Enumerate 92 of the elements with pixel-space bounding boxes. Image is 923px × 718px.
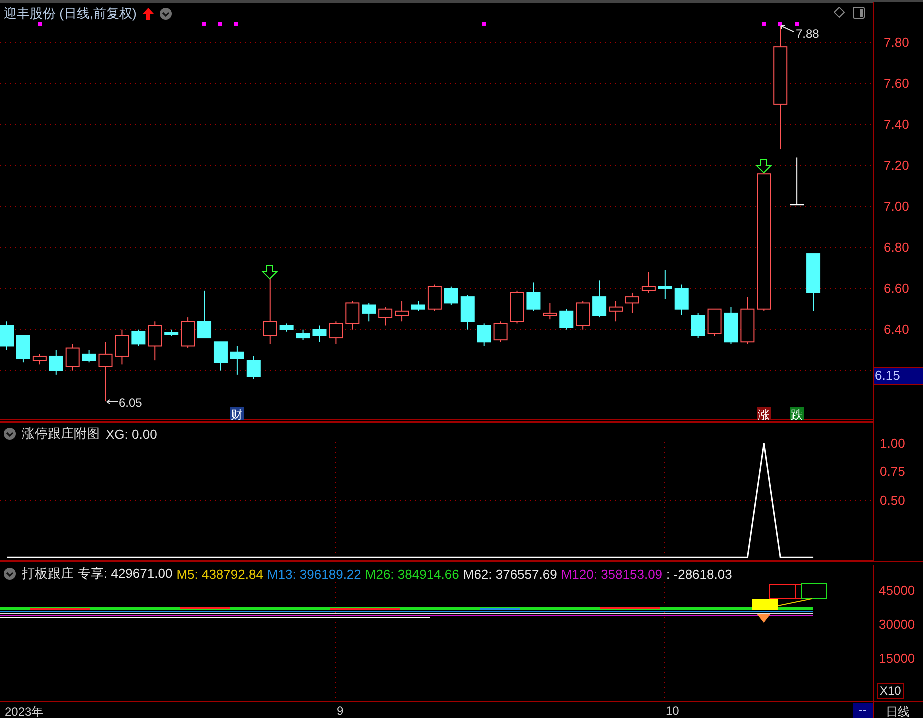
indicator-title: 打板跟庄 [22, 565, 74, 583]
volume-axis-label: 45000 [879, 584, 916, 598]
candlestick [181, 317, 196, 349]
volume-axis-label: 15000 [879, 652, 916, 666]
indicator-reading: M13: 396189.22 [267, 566, 362, 582]
price-axis-label: 7.00 [884, 200, 910, 214]
indicator-axis-label: 0.75 [880, 465, 906, 480]
candlestick [115, 329, 130, 366]
indicator-title: 涨停跟庄附图 [22, 425, 100, 443]
candlestick [576, 300, 590, 330]
candlestick [198, 290, 212, 339]
candlestick [362, 302, 376, 322]
up-arrow-icon [142, 8, 154, 20]
candlestick [230, 346, 244, 376]
price-axis-label: 7.20 [884, 158, 910, 173]
candlestick [510, 290, 524, 324]
candlestick [66, 344, 80, 372]
candlestick [806, 254, 821, 312]
price-axis-label: 6.40 [884, 322, 910, 337]
candlestick [708, 308, 722, 336]
current-price-label: 6.15 [874, 367, 923, 385]
high-price-label: 7.88 [796, 27, 820, 41]
indicator-reading: : -28618.03 [666, 566, 732, 582]
range-label: -- [853, 703, 873, 718]
candlestick [280, 323, 294, 332]
candlestick [82, 350, 96, 364]
indicator-reading: M120: 358153.09 [561, 566, 663, 582]
candlestick [49, 350, 64, 376]
candlestick [428, 284, 442, 312]
down-arrow-icon [262, 266, 278, 280]
dropdown-icon[interactable] [4, 568, 16, 580]
candlestick [98, 342, 113, 402]
candlestick [444, 286, 458, 306]
candlestick [148, 321, 162, 362]
candlestick [312, 325, 327, 343]
leader-line [106, 400, 118, 404]
volume-axis-label: 30000 [879, 618, 916, 632]
indicator-reading: M26: 384914.66 [365, 566, 460, 582]
period-label: 日线 [873, 702, 922, 718]
candlestick [0, 321, 14, 351]
leader-line [780, 26, 794, 32]
candlestick [329, 321, 344, 345]
candlestick [32, 354, 47, 366]
candlestick [412, 300, 426, 312]
scale-label: X10 [877, 683, 904, 699]
indicator-axis-label: 1.00 [880, 436, 906, 451]
candlestick [740, 296, 755, 345]
candlestick [246, 356, 261, 380]
candlestick [395, 300, 410, 322]
candlestick [296, 329, 310, 341]
candlestick [378, 306, 393, 326]
candlestick [592, 280, 607, 318]
candlestick [560, 308, 574, 330]
candlestick [346, 300, 360, 330]
price-axis-label: 7.60 [884, 76, 910, 91]
candlestick [164, 329, 179, 336]
candlestick [609, 300, 624, 322]
candlestick [263, 278, 278, 345]
candlestick [16, 336, 30, 364]
indicator-axis-label: 0.50 [880, 494, 906, 508]
time-axis-label: 2023年 [5, 704, 44, 718]
price-axis-label: 7.80 [884, 36, 910, 50]
candlestick [691, 312, 706, 339]
price-axis-label: 6.80 [884, 240, 910, 255]
dropdown-icon[interactable] [160, 8, 172, 20]
down-arrow-icon [756, 160, 772, 174]
candlestick [642, 272, 656, 294]
candlestick [214, 342, 228, 372]
candlestick [526, 282, 541, 312]
candlestick [724, 306, 738, 345]
candlestick [543, 302, 558, 320]
low-price-label: 6.05 [119, 396, 142, 410]
indicator-reading: XG: 0.00 [106, 426, 158, 442]
chart-title: 迎丰股份 (日线,前复权) [4, 5, 137, 23]
indicator-reading: 专享: 429671.00 [78, 565, 173, 583]
candlestick [460, 294, 475, 330]
candlestick [674, 284, 689, 316]
candlestick [625, 292, 640, 314]
price-axis-label: 6.60 [884, 282, 910, 296]
panel-toggle-icon[interactable] [853, 7, 865, 19]
indicator-reading: M62: 376557.69 [463, 566, 558, 582]
indicator-reading: M5: 438792.84 [176, 566, 264, 582]
candlestick [477, 323, 492, 347]
candlestick [790, 157, 804, 206]
dropdown-icon[interactable] [4, 428, 16, 440]
diamond-icon[interactable] [834, 7, 845, 18]
price-axis-label: 7.40 [884, 118, 910, 132]
time-axis-label: 9 [337, 704, 344, 718]
candlestick [132, 329, 146, 347]
candlestick [494, 321, 508, 343]
candlestick [658, 270, 672, 300]
time-axis-label: 10 [666, 704, 680, 718]
